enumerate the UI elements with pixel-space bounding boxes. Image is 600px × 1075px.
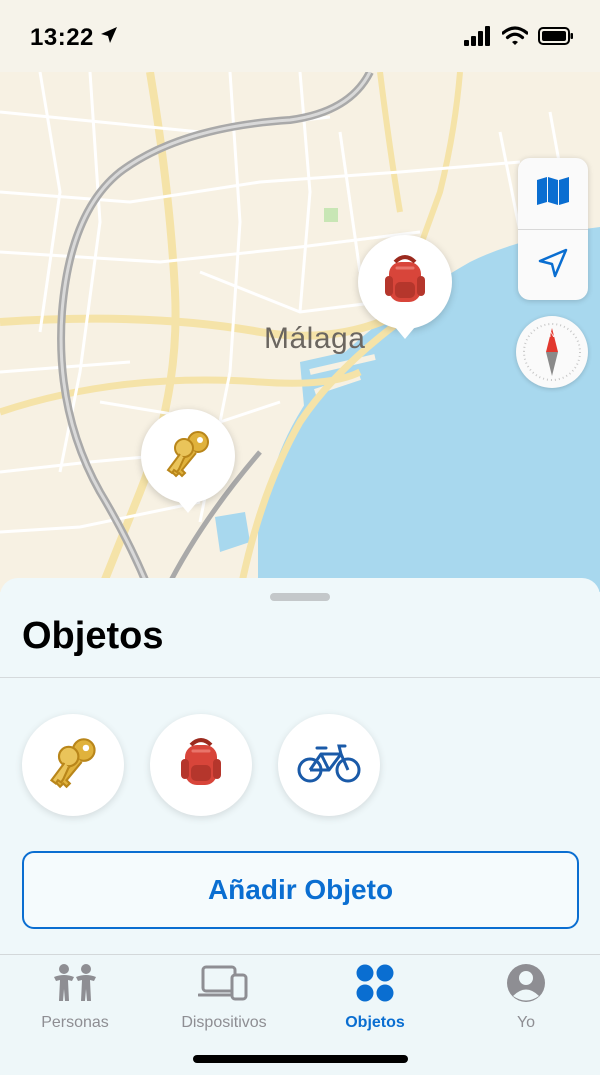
keys-icon xyxy=(162,428,214,485)
signal-icon xyxy=(464,26,492,51)
tab-yo[interactable]: Yo xyxy=(451,963,600,1032)
item-bicycle[interactable] xyxy=(278,714,380,816)
compass-icon: N xyxy=(516,323,588,392)
tab-personas[interactable]: Personas xyxy=(0,963,150,1032)
status-icons xyxy=(464,26,574,51)
svg-text:N: N xyxy=(549,330,555,339)
map-mode-button[interactable] xyxy=(518,158,588,229)
tab-label: Objetos xyxy=(345,1014,405,1031)
devices-icon xyxy=(197,963,250,1008)
bicycle-icon xyxy=(297,742,361,789)
map-city-label: Málaga xyxy=(264,322,366,355)
item-backpack[interactable] xyxy=(150,714,252,816)
sheet-grabber[interactable] xyxy=(270,593,330,601)
tab-label: Dispositivos xyxy=(181,1014,267,1031)
map-pin-keys[interactable] xyxy=(141,409,235,513)
items-sheet: Objetos Añadir Objeto xyxy=(0,578,600,955)
map[interactable]: Málaga N xyxy=(0,72,600,592)
sheet-title: Objetos xyxy=(22,615,164,657)
map-controls xyxy=(518,158,588,300)
tab-label: Personas xyxy=(41,1014,109,1031)
tab-label: Yo xyxy=(516,1014,536,1031)
backpack-icon xyxy=(381,254,429,311)
status-bar: 13:22 xyxy=(0,0,600,72)
tab-dispositivos[interactable]: Dispositivos xyxy=(149,963,299,1032)
backpack-icon xyxy=(177,737,225,794)
battery-icon xyxy=(538,26,574,51)
sheet-divider xyxy=(0,677,600,678)
map-pin-backpack[interactable] xyxy=(358,235,452,339)
map-icon xyxy=(536,176,570,211)
items-icon xyxy=(355,963,395,1008)
people-icon xyxy=(52,963,98,1008)
status-time: 13:22 xyxy=(30,24,94,51)
current-location-button[interactable] xyxy=(518,230,588,301)
item-keys[interactable] xyxy=(22,714,124,816)
tab-bar: Personas Dispositivos Objetos Yo xyxy=(0,954,600,1075)
location-arrow-icon xyxy=(100,26,118,49)
home-indicator[interactable] xyxy=(193,1055,408,1063)
compass-button[interactable]: N xyxy=(516,316,588,388)
add-item-button[interactable]: Añadir Objeto xyxy=(22,851,579,929)
location-icon xyxy=(538,248,568,283)
items-list xyxy=(22,714,380,816)
keys-icon xyxy=(45,735,101,796)
tab-objetos[interactable]: Objetos xyxy=(300,963,450,1032)
wifi-icon xyxy=(501,26,529,51)
person-icon xyxy=(506,963,546,1008)
